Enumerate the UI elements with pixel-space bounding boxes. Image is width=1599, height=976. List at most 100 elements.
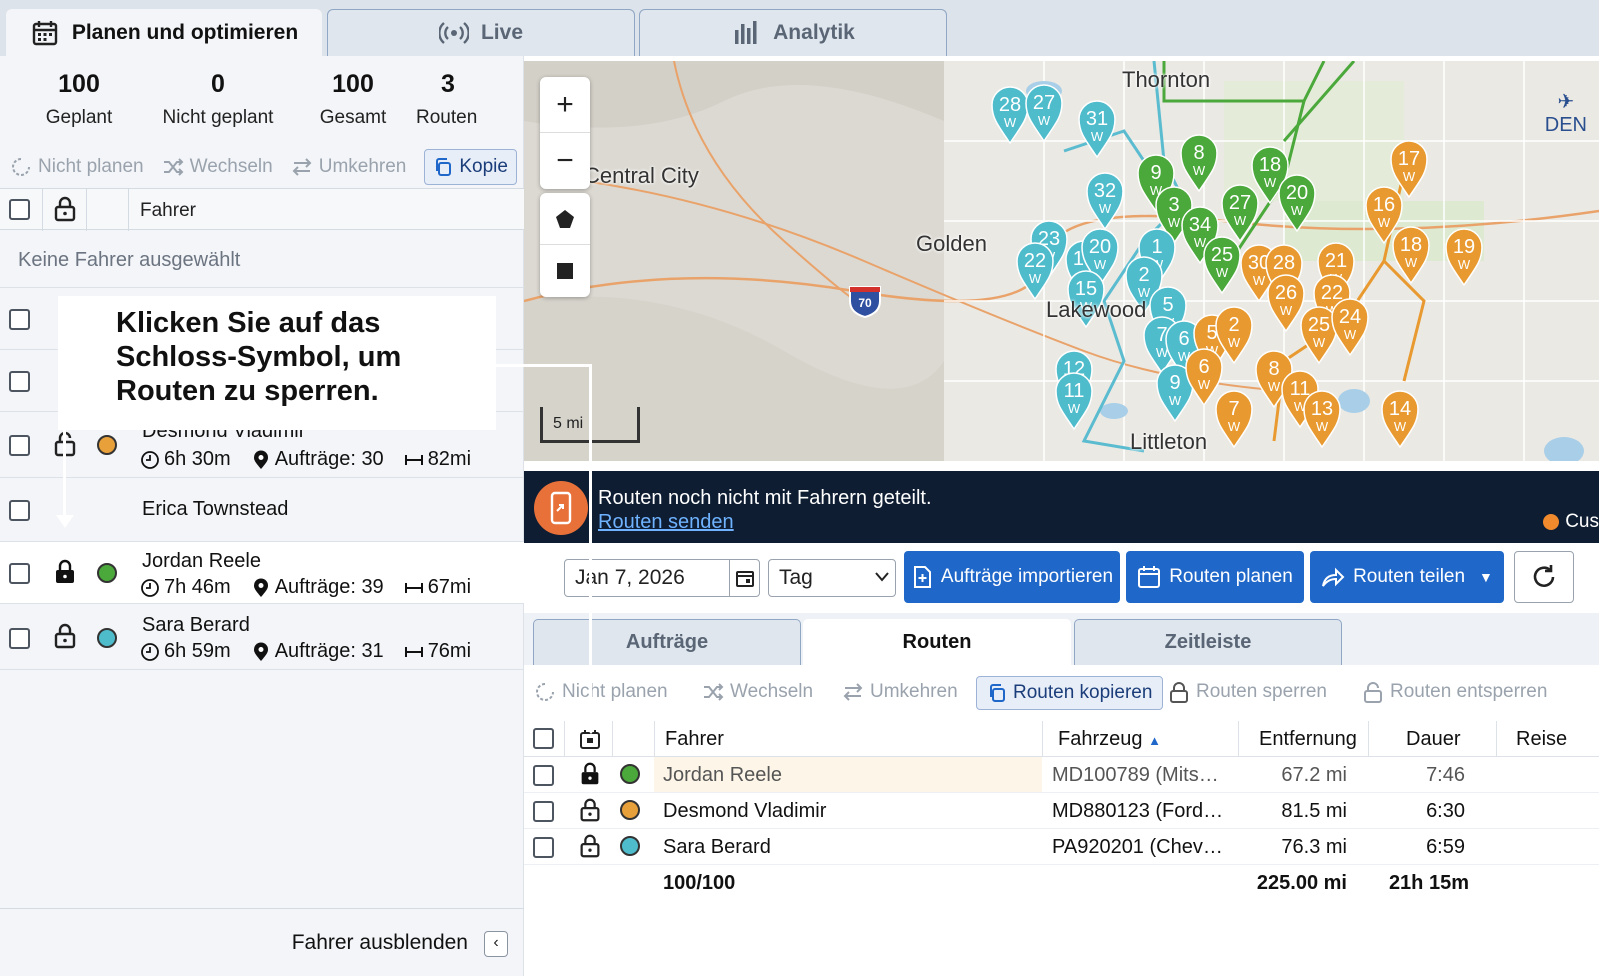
driver-distance: 82mi [427, 448, 472, 470]
airplane-icon: ✈ [1557, 91, 1575, 113]
table-row[interactable]: Sara Berard PA920201 (Chev… 76.3 mi 6:59 [524, 829, 1599, 865]
driver-cell: Sara Berard [663, 836, 771, 858]
map-pin-label: 9 [1169, 372, 1180, 394]
row-checkbox[interactable] [9, 309, 30, 330]
tab-live[interactable]: Live [327, 9, 635, 56]
switch-button[interactable]: Wechseln [702, 681, 813, 703]
driver-meta: 6h 59m Aufträge: 31 76mi [140, 640, 471, 663]
driver-duration: 6h 30m [164, 448, 231, 470]
map-pin-weekday: W [1038, 113, 1051, 128]
driver-row-jordan-reele[interactable]: Jordan Reele 7h 46m Aufträge: 39 67mi [0, 542, 524, 604]
tab-analytik[interactable]: Analytik [639, 9, 947, 56]
chevron-left-icon[interactable]: ‹ [484, 931, 508, 957]
driver-column-header[interactable]: Fahrer [140, 200, 196, 222]
column-divider [1496, 721, 1497, 757]
import-file-icon [913, 566, 931, 588]
tab-zeitleiste[interactable]: Zeitleiste [1074, 619, 1342, 665]
distance-column-header[interactable]: Entfernung [1259, 728, 1357, 751]
draw-rectangle-button[interactable] [540, 245, 590, 297]
unplan-button[interactable]: Nicht planen [10, 156, 144, 178]
lock-icon[interactable] [578, 797, 602, 823]
send-routes-link[interactable]: Routen senden [598, 511, 734, 534]
tab-routen[interactable]: Routen [803, 619, 1071, 665]
share-routes-button[interactable]: Routen teilen ▼ [1310, 551, 1504, 603]
unplan-button[interactable]: Nicht planen [534, 681, 668, 703]
copy-button[interactable]: Kopie [424, 149, 517, 185]
map-pin-label: 2 [1228, 314, 1239, 336]
row-checkbox[interactable] [533, 765, 554, 786]
routes-toolbar: Nicht planen Wechseln Umkehren Routen ko… [524, 665, 1599, 721]
lock-icon[interactable] [53, 195, 77, 223]
row-checkbox[interactable] [9, 435, 30, 456]
map-pin-weekday: W [1004, 115, 1017, 130]
draw-polygon-button[interactable] [540, 193, 590, 245]
vehicle-column-header[interactable]: Fahrzeug ▲ [1058, 728, 1161, 751]
map-pin-label: 2 [1138, 264, 1149, 286]
driver-meta: 7h 46m Aufträge: 39 67mi [140, 576, 471, 599]
driver-row-sara-berard[interactable]: Sara Berard 6h 59m Aufträge: 31 76mi [0, 604, 524, 670]
location-pin-icon [253, 642, 268, 661]
unlock-routes-button[interactable]: Routen entsperren [1362, 681, 1547, 703]
plan-routes-button[interactable]: Routen planen [1126, 551, 1304, 603]
locked-icon[interactable] [578, 761, 602, 787]
driver-name: Sara Berard [142, 614, 250, 636]
row-checkbox[interactable] [533, 837, 554, 858]
map-pin-weekday: W [1280, 303, 1293, 318]
driver-orders: Aufträge: 31 [274, 640, 384, 662]
date-input[interactable]: Jan 7, 2026 [564, 559, 760, 597]
driver-meta: 6h 30m Aufträge: 30 82mi [140, 448, 471, 471]
legend-dot [1543, 514, 1560, 530]
reverse-button[interactable]: Umkehren [842, 681, 958, 703]
driver-table-header: Fahrer [0, 188, 524, 231]
share-routes-banner: Routen noch nicht mit Fahrern geteilt. R… [524, 471, 1599, 543]
driver-row-erica-townstead[interactable]: Erica Townstead [0, 478, 524, 542]
map-pin-label: 21 [1325, 250, 1347, 272]
lock-icon[interactable] [578, 833, 602, 859]
tab-label: Routen [902, 631, 972, 653]
map-pin-label: 18 [1400, 234, 1422, 256]
select-all-checkbox[interactable] [9, 199, 30, 220]
row-checkbox[interactable] [9, 563, 30, 584]
select-all-checkbox[interactable] [533, 728, 554, 749]
column-divider [86, 189, 87, 231]
zoom-in-button[interactable]: + [540, 77, 590, 133]
route-map[interactable]: 70 8W9W18W27W20W3W34W25W28W27W31W32W23W2… [524, 61, 1599, 461]
zoom-out-button[interactable]: − [540, 133, 590, 189]
duration-column-header[interactable]: Dauer [1406, 728, 1460, 751]
map-pin-weekday: W [1268, 379, 1281, 394]
share-arrow-icon [1322, 567, 1345, 587]
locked-icon[interactable] [53, 558, 77, 586]
driver-duration: 7h 46m [164, 576, 231, 598]
map-pin-weekday: W [1378, 215, 1391, 230]
callout-connector [589, 364, 592, 728]
driver-column-header[interactable]: Fahrer [665, 728, 724, 751]
callout-connector [494, 364, 592, 367]
lock-routes-button[interactable]: Routen sperren [1168, 681, 1327, 703]
column-divider [42, 189, 43, 231]
row-checkbox[interactable] [9, 628, 30, 649]
reverse-button[interactable]: Umkehren [291, 156, 406, 178]
import-orders-button[interactable]: Aufträge importieren [904, 551, 1120, 603]
row-checkbox[interactable] [9, 500, 30, 521]
table-row[interactable]: Desmond Vladimir MD880123 (Ford… 81.5 mi… [524, 793, 1599, 829]
map-label-golden: Golden [916, 231, 987, 256]
map-pin-label: 27 [1229, 192, 1251, 214]
map-label-central-city: Central City [584, 163, 699, 188]
map-pin-label: 19 [1453, 236, 1475, 258]
copy-routes-button[interactable]: Routen kopieren [976, 676, 1164, 710]
unplan-icon [12, 158, 30, 176]
table-row[interactable]: Jordan Reele MD100789 (Mits… 67.2 mi 7:4… [524, 757, 1599, 793]
hide-drivers-label[interactable]: Fahrer ausblenden [292, 931, 468, 955]
travel-column-header[interactable]: Reise [1516, 728, 1567, 751]
lock-icon[interactable] [53, 622, 77, 650]
calendar-icon[interactable] [729, 560, 759, 596]
period-select[interactable]: Tag [768, 559, 896, 597]
row-checkbox[interactable] [533, 801, 554, 822]
row-checkbox[interactable] [9, 371, 30, 392]
map-pin-label: 6 [1198, 356, 1209, 378]
refresh-button[interactable] [1514, 551, 1574, 603]
tab-auftraege[interactable]: Aufträge [533, 619, 801, 665]
duration-cell: 7:46 [1426, 764, 1465, 786]
tab-planen-und-optimieren[interactable]: Planen und optimieren [6, 9, 322, 56]
switch-button[interactable]: Wechseln [162, 156, 273, 178]
